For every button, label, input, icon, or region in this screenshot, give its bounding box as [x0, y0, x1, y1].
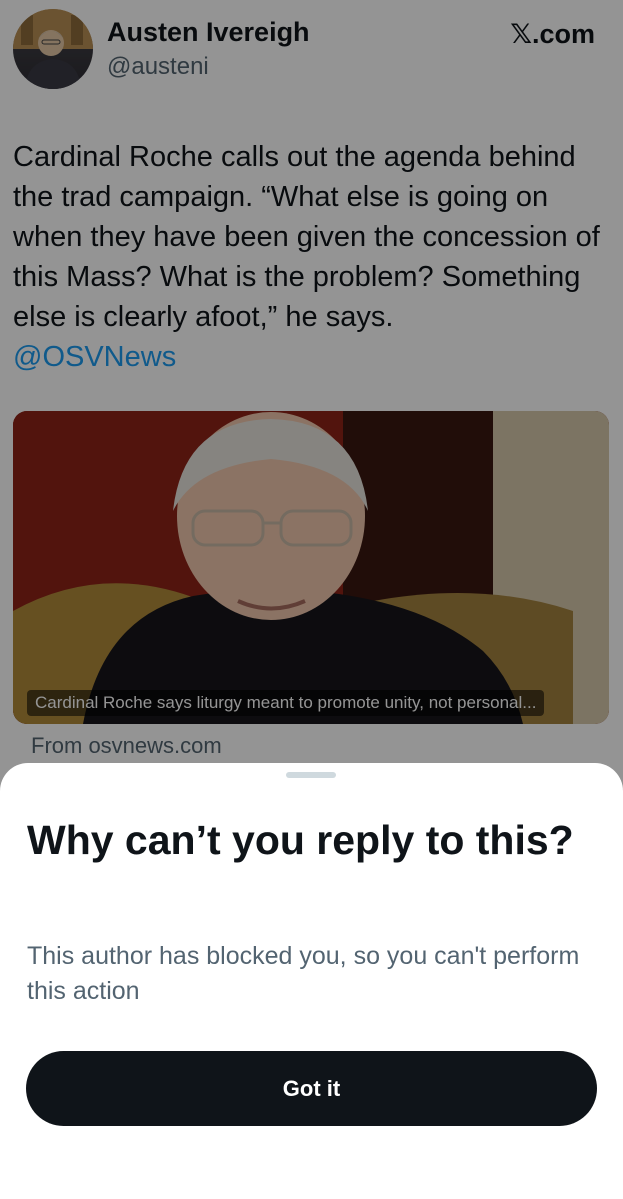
sheet-message: This author has blocked you, so you can'…	[27, 942, 580, 1005]
sheet-title: Why can’t you reply to this?	[27, 817, 574, 863]
sheet-drag-handle[interactable]	[286, 772, 336, 778]
bottom-sheet: Why can’t you reply to this? This author…	[0, 763, 623, 1199]
got-it-button[interactable]: Got it	[26, 1051, 597, 1126]
